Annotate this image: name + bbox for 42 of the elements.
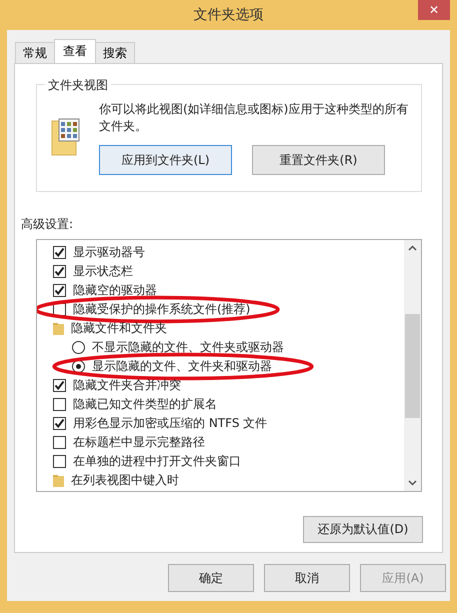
radio-button[interactable] xyxy=(72,341,85,354)
setting-label: 显示驱动器号 xyxy=(73,244,145,261)
group-title: 文件夹视图 xyxy=(45,77,111,94)
restore-defaults-button[interactable]: 还原为默认值(D) xyxy=(303,516,423,543)
setting-label: 显示隐藏的文件、文件夹和驱动器 xyxy=(92,358,272,375)
setting-label: 隐藏文件和文件夹 xyxy=(71,320,167,337)
tab[interactable]: 搜索 xyxy=(95,42,135,63)
window-title: 文件夹选项 xyxy=(194,6,264,24)
dialog-button[interactable]: 取消 xyxy=(264,564,350,592)
folder-icon xyxy=(53,474,64,486)
checkbox[interactable] xyxy=(53,265,66,278)
checkbox[interactable] xyxy=(53,398,66,411)
radio-button[interactable] xyxy=(72,360,85,373)
close-button[interactable]: ✕ xyxy=(418,0,450,20)
checkbox[interactable] xyxy=(53,436,66,449)
folder-icon xyxy=(53,322,64,334)
checkbox[interactable] xyxy=(53,246,66,259)
dialog-button[interactable]: 重置文件夹(R) xyxy=(252,145,385,175)
tab[interactable]: 常规 xyxy=(15,42,55,63)
checkbox[interactable] xyxy=(53,284,66,297)
scroll-down-icon[interactable] xyxy=(408,480,417,486)
dialog-button[interactable]: 应用到文件夹(L) xyxy=(99,145,232,175)
tab[interactable]: 查看 xyxy=(54,39,96,63)
setting-label: 隐藏已知文件类型的扩展名 xyxy=(73,396,217,413)
setting-label: 不显示隐藏的文件、文件夹或驱动器 xyxy=(92,339,284,356)
description-text: 你可以将此视图(如详细信息或图标)应用于这种类型的所有文件夹。 xyxy=(99,101,410,135)
checkbox[interactable] xyxy=(53,417,66,430)
scroll-up-icon[interactable] xyxy=(408,245,417,251)
checkbox[interactable] xyxy=(53,379,66,392)
scrollbar[interactable] xyxy=(404,240,421,491)
setting-label: 隐藏受保护的操作系统文件(推荐) xyxy=(73,301,250,318)
section-label: 高级设置: xyxy=(21,216,74,233)
setting-label: 在标题栏中显示完整路径 xyxy=(73,434,205,451)
checkbox[interactable] xyxy=(53,455,66,468)
setting-label: 在单独的进程中打开文件夹窗口 xyxy=(73,453,241,470)
setting-label: 在列表视图中键入时 xyxy=(71,472,179,489)
folder-icon xyxy=(51,117,81,157)
setting-label: 用彩色显示加密或压缩的 NTFS 文件 xyxy=(73,415,268,432)
setting-label: 显示状态栏 xyxy=(73,263,133,280)
dialog-button[interactable]: 确定 xyxy=(168,564,254,592)
setting-label: 隐藏空的驱动器 xyxy=(73,282,157,299)
setting-label: 隐藏文件夹合并冲突 xyxy=(73,377,181,394)
